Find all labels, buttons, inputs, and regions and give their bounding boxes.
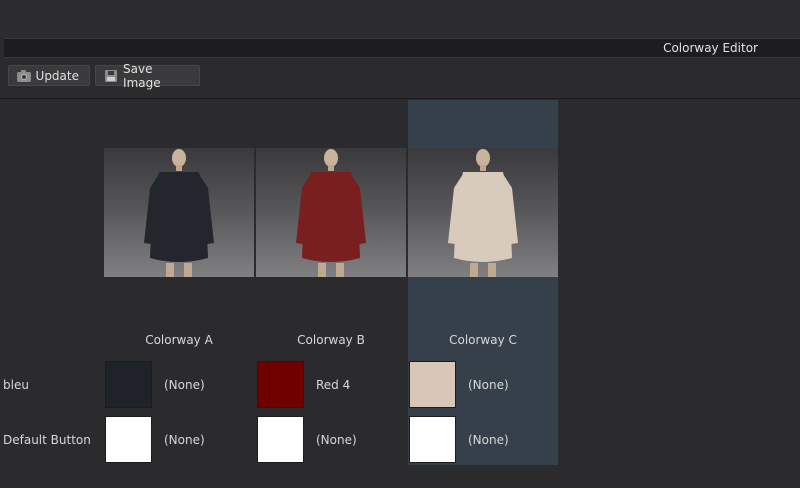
- title-bar: Colorway Editor: [4, 38, 800, 58]
- update-button-label: Update: [35, 68, 79, 83]
- colorway-a-label[interactable]: Colorway A: [104, 333, 254, 347]
- colorway-c-label[interactable]: Colorway C: [408, 333, 558, 347]
- toolbar: Update Save Image: [0, 58, 800, 99]
- color-swatch[interactable]: [409, 361, 456, 408]
- color-swatch[interactable]: [409, 416, 456, 463]
- top-strip: [0, 0, 800, 37]
- color-swatch[interactable]: [257, 361, 304, 408]
- swatch-color-name: (None): [164, 378, 205, 392]
- window-title: Colorway Editor: [663, 41, 758, 55]
- swatch-color-name: Red 4: [316, 378, 351, 392]
- row-label-default-button: Default Button: [3, 433, 91, 447]
- color-swatch[interactable]: [105, 361, 152, 408]
- colorway-c-thumbnail[interactable]: [408, 148, 558, 277]
- swatch-color-name: (None): [468, 378, 509, 392]
- colorway-b-label[interactable]: Colorway B: [256, 333, 406, 347]
- swatch-color-name: (None): [316, 433, 357, 447]
- colorway-b-thumbnail[interactable]: [256, 148, 406, 277]
- swatch-color-name: (None): [164, 433, 205, 447]
- avatar-figure: [296, 149, 366, 277]
- save-icon: [104, 69, 117, 82]
- avatar-figure: [144, 149, 214, 277]
- color-swatch[interactable]: [257, 416, 304, 463]
- save-image-button[interactable]: Save Image: [95, 62, 200, 90]
- camera-icon: [17, 69, 31, 82]
- row-label-bleu: bleu: [3, 378, 29, 392]
- update-button[interactable]: Update: [8, 65, 90, 86]
- save-image-button-label: Save Image: [123, 61, 161, 90]
- color-swatch[interactable]: [105, 416, 152, 463]
- avatar-figure: [448, 149, 518, 277]
- colorway-a-thumbnail[interactable]: [104, 148, 254, 277]
- swatch-color-name: (None): [468, 433, 509, 447]
